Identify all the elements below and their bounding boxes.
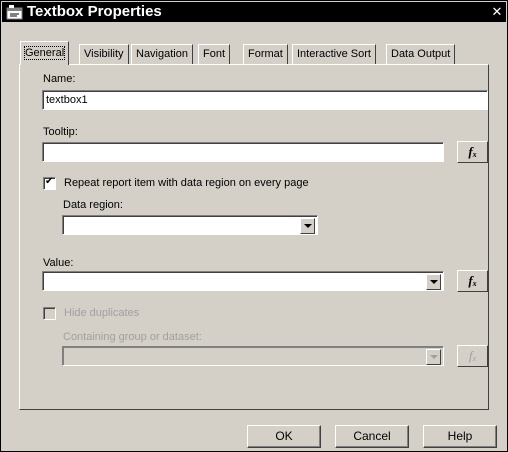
tab-font[interactable]: Font [198, 44, 231, 64]
repeat-checkbox[interactable] [43, 176, 56, 190]
tooltip-label: Tooltip: [43, 126, 78, 138]
hide-duplicates-checkbox[interactable] [43, 307, 56, 320]
data-region-label: Data region: [63, 199, 123, 211]
function-fx-icon: fx [468, 273, 477, 288]
close-icon[interactable]: ✕ [490, 4, 504, 20]
name-field[interactable]: textbox1 [42, 90, 488, 110]
tab-interactive-sort-label: Interactive Sort [297, 48, 371, 60]
tooltip-expression-button[interactable]: fx [457, 141, 488, 163]
tab-data-output-label: Data Output [391, 48, 451, 60]
function-fx-icon: fx [468, 348, 477, 363]
value-expression-button[interactable]: fx [457, 270, 488, 292]
textbox-properties-dialog: Textbox Properties ✕ General Visibility … [0, 0, 508, 452]
tab-interactive-sort[interactable]: Interactive Sort [292, 44, 376, 64]
tab-visibility[interactable]: Visibility [79, 44, 129, 64]
hide-duplicates-label: Hide duplicates [64, 307, 140, 319]
chevron-down-icon[interactable] [300, 218, 315, 234]
name-label: Name: [43, 73, 76, 85]
title-bar[interactable]: Textbox Properties ✕ [2, 2, 506, 22]
tab-navigation[interactable]: Navigation [131, 44, 193, 64]
tab-navigation-label: Navigation [136, 48, 188, 60]
containing-group-expression-button[interactable]: fx [457, 345, 488, 367]
ok-button[interactable]: OK [247, 425, 321, 448]
tab-visibility-label: Visibility [84, 48, 124, 60]
tooltip-field[interactable] [42, 142, 444, 162]
chevron-down-icon[interactable] [426, 349, 441, 365]
help-button[interactable]: Help [423, 425, 497, 448]
chevron-down-icon[interactable] [426, 274, 441, 290]
tab-general-label: General [23, 46, 66, 60]
value-dropdown[interactable] [42, 271, 444, 291]
tab-format[interactable]: Format [243, 44, 288, 64]
cancel-button[interactable]: Cancel [335, 425, 409, 448]
tab-font-label: Font [203, 48, 226, 60]
repeat-label: Repeat report item with data region on e… [64, 177, 309, 189]
dialog-title: Textbox Properties [27, 3, 162, 20]
dialog-properties-icon [6, 5, 23, 20]
tab-general[interactable]: General [20, 41, 70, 65]
containing-group-label: Containing group or dataset: [63, 331, 202, 343]
value-label: Value: [43, 257, 74, 269]
function-fx-icon: fx [468, 144, 477, 159]
tab-data-output[interactable]: Data Output [386, 44, 456, 64]
data-region-dropdown[interactable] [62, 215, 318, 235]
tab-format-label: Format [248, 48, 283, 60]
containing-group-dropdown[interactable] [62, 346, 444, 366]
